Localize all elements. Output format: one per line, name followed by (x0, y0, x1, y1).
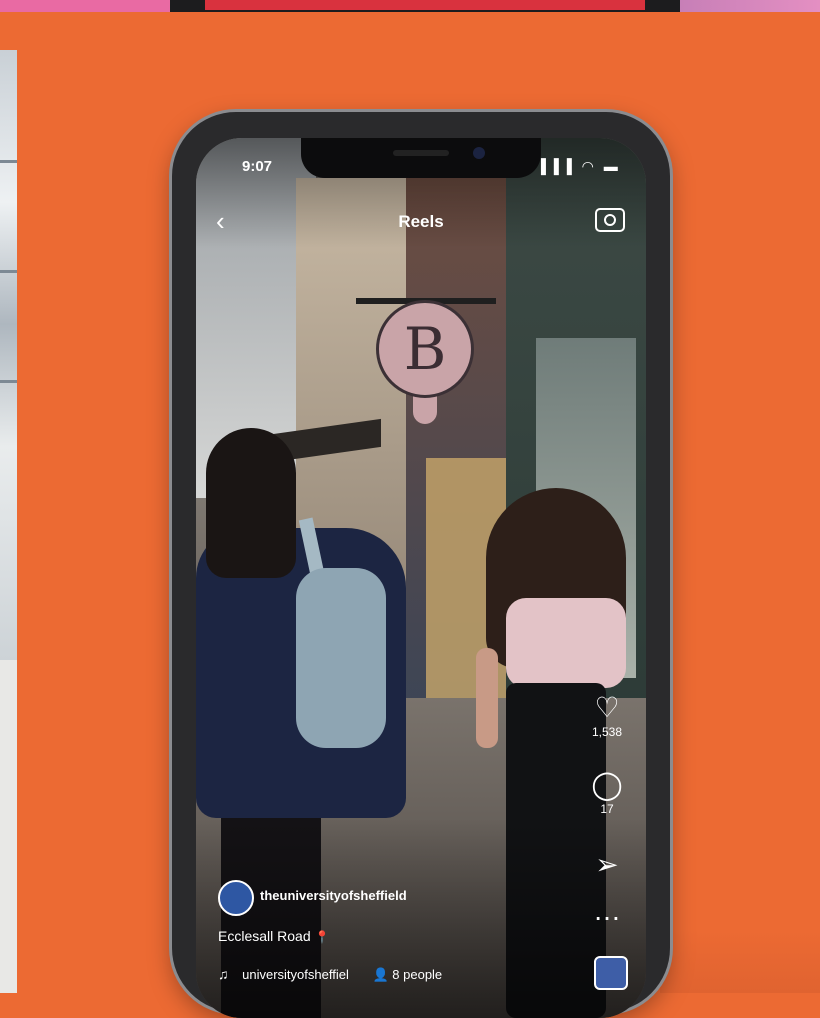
person-right-arm (476, 648, 498, 748)
avatar[interactable] (218, 880, 254, 916)
more-options-button[interactable]: … (582, 896, 632, 926)
caption-text: Ecclesall Road (218, 928, 311, 944)
bottom-gradient (196, 818, 646, 1018)
background-shade (660, 930, 820, 993)
like-button[interactable]: ♡ 1,538 (582, 693, 632, 740)
post-caption: Ecclesall Road 📍 (218, 928, 329, 944)
left-photo-edge (0, 50, 17, 660)
comment-icon[interactable]: ◯ (582, 770, 632, 800)
phone-mockup: B 9:07 ▐▐▐ ◠ ▬ ‹ Reels ♡ 1,538 ◯ 17 ➢ … … (172, 112, 670, 1018)
phone-notch (301, 138, 541, 178)
front-camera (473, 147, 485, 159)
audio-thumbnail[interactable] (594, 956, 628, 990)
tagged-people[interactable]: 👤 8 people (372, 967, 442, 982)
tagged-people-label: 8 people (392, 967, 443, 982)
photo-streak (0, 270, 17, 273)
top-banner-strip (0, 0, 820, 12)
status-time: 9:07 (242, 158, 273, 175)
heart-icon[interactable]: ♡ (582, 693, 632, 723)
speaker-grille (393, 150, 449, 156)
page-title: Reels (398, 212, 444, 231)
person-icon: 👤 (372, 967, 389, 982)
shop-sign: B (376, 300, 474, 398)
share-button[interactable]: ➢ (582, 850, 632, 880)
camera-icon[interactable] (595, 208, 625, 232)
comment-count: 17 (600, 802, 614, 816)
location-pin-icon: 📍 (314, 930, 330, 944)
top-strip-pink (680, 0, 820, 12)
person-left-hair (206, 428, 296, 578)
music-note-icon: ♫ (218, 966, 229, 982)
top-strip-red (205, 0, 645, 10)
reels-screen[interactable]: B 9:07 ▐▐▐ ◠ ▬ ‹ Reels ♡ 1,538 ◯ 17 ➢ … … (196, 138, 646, 1018)
photo-streak (0, 380, 17, 383)
account-name[interactable]: theuniversityofsheffield (260, 888, 407, 903)
audio-row[interactable]: ♫ universityofsheffiel 👤 8 people (218, 966, 442, 983)
photo-streak (0, 160, 17, 163)
person-right-top (506, 598, 626, 688)
left-panel-bottom (0, 660, 17, 993)
more-icon[interactable]: … (582, 896, 632, 926)
audio-name[interactable]: universityofsheffiel (242, 967, 349, 982)
like-count: 1,538 (591, 725, 623, 739)
signal-wifi-battery-icon: ▐▐▐ ◠ ▬ (536, 158, 621, 174)
send-icon[interactable]: ➢ (582, 850, 632, 880)
comment-button[interactable]: ◯ 17 (582, 770, 632, 817)
backpack (296, 568, 386, 748)
